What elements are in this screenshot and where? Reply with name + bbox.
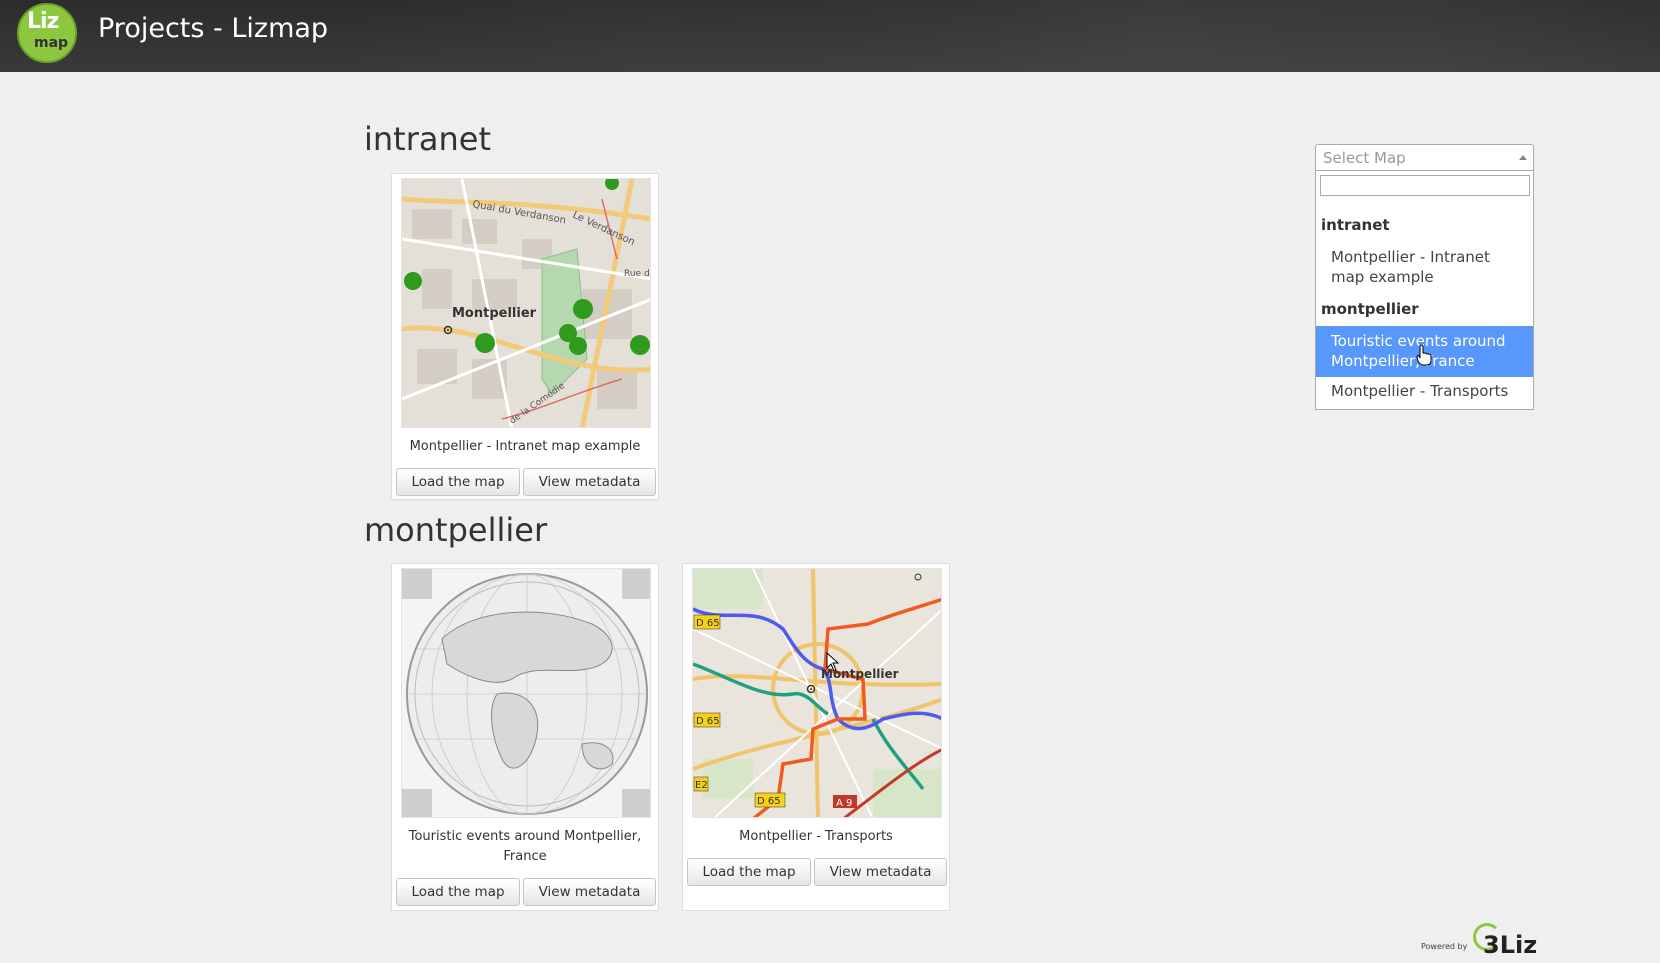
project-title: Montpellier - Transports <box>739 829 893 844</box>
load-map-button[interactable]: Load the map <box>687 858 811 886</box>
project-thumbnail[interactable]: Montpellier D 65 D 65 E2 D 65 A 9 <box>692 568 942 818</box>
top-header: Liz map Projects - Lizmap <box>0 0 1660 72</box>
transports-map-thumbnail: Montpellier D 65 D 65 E2 D 65 A 9 <box>693 569 941 817</box>
view-metadata-button[interactable]: View metadata <box>523 878 656 906</box>
road-label-e2: E2 <box>695 780 708 791</box>
road-label-d65-a: D 65 <box>696 618 720 629</box>
project-card-touristic: Touristic events around Montpellier, Fra… <box>391 563 659 911</box>
select-map-placeholder: Select Map <box>1323 149 1406 167</box>
load-map-button[interactable]: Load the map <box>396 878 520 906</box>
powered-by-footer[interactable]: Powered by 3Liz <box>1421 920 1538 960</box>
road-label-a9: A 9 <box>836 798 852 809</box>
thumb-city-label: Montpellier <box>452 306 537 321</box>
road-label-d65-c: D 65 <box>757 796 781 807</box>
lizmap-logo[interactable]: Liz map <box>17 3 77 63</box>
view-metadata-button[interactable]: View metadata <box>814 858 947 886</box>
project-card-transports: Montpellier D 65 D 65 E2 D 65 A 9 Montpe… <box>682 563 950 911</box>
section-title-intranet: intranet <box>364 120 491 158</box>
option-group-montpellier: montpellier <box>1321 300 1419 318</box>
project-title: Touristic events around Montpellier, Fra… <box>408 829 642 864</box>
powered-by-text: Powered by <box>1421 942 1468 951</box>
select-map-dropdown[interactable]: Select Map <box>1315 144 1534 171</box>
section-title-montpellier: montpellier <box>364 511 548 549</box>
project-thumbnail[interactable]: Montpellier Quai du Verdanson Le Verdans… <box>401 178 651 428</box>
option-transports[interactable]: Montpellier - Transports <box>1316 381 1533 401</box>
option-group-intranet: intranet <box>1321 216 1390 234</box>
old-world-map-thumbnail <box>402 569 650 817</box>
project-title: Montpellier - Intranet map example <box>409 439 641 454</box>
hand-pointer-icon <box>1416 344 1432 366</box>
intranet-map-thumbnail: Montpellier Quai du Verdanson Le Verdans… <box>402 179 651 427</box>
load-map-button[interactable]: Load the map <box>396 468 520 496</box>
chevron-up-icon[interactable] <box>1519 155 1527 160</box>
select-map-options: intranet Montpellier - Intranet map exam… <box>1315 171 1534 410</box>
select-map-search-input[interactable] <box>1320 175 1530 196</box>
option-intranet-map[interactable]: Montpellier - Intranet map example <box>1316 247 1533 287</box>
logo-text-top: Liz <box>27 9 59 34</box>
page-title: Projects - Lizmap <box>98 13 329 44</box>
project-card-intranet: Montpellier Quai du Verdanson Le Verdans… <box>391 173 659 500</box>
mouse-pointer-icon <box>826 652 840 672</box>
view-metadata-button[interactable]: View metadata <box>523 468 656 496</box>
street-label-3: Rue d' <box>624 269 651 279</box>
road-label-d65-b: D 65 <box>696 716 720 727</box>
logo-text-bottom: map <box>34 35 69 51</box>
3liz-brand: 3Liz <box>1483 931 1538 959</box>
project-thumbnail[interactable] <box>401 568 651 818</box>
